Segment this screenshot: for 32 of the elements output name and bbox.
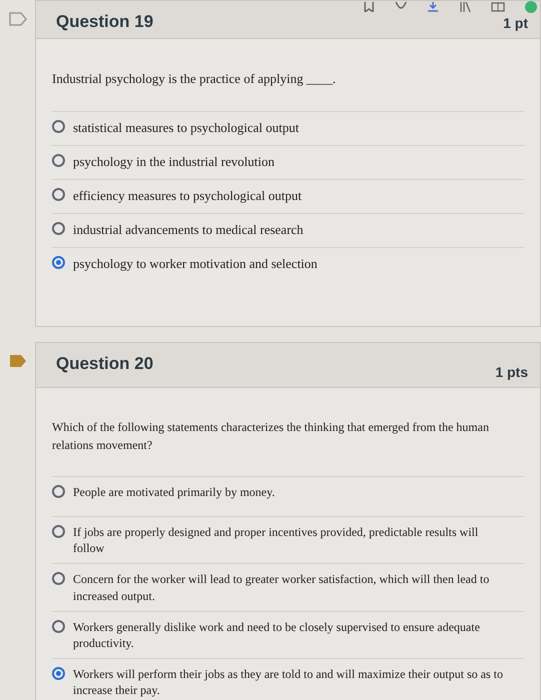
answer-label: industrial advancements to medical research <box>73 220 304 238</box>
answer-label: People are motivated primarily by money. <box>73 484 275 500</box>
radio-button[interactable] <box>52 620 65 633</box>
radio-button[interactable] <box>52 256 65 268</box>
radio-button[interactable] <box>52 525 65 538</box>
radio-button[interactable] <box>52 154 65 166</box>
answer-label: statistical measures to psychological output <box>73 118 300 136</box>
radio-button[interactable] <box>52 485 65 498</box>
download-icon[interactable] <box>427 2 439 12</box>
answer-label: Concern for the worker will lead to greater worker satisfaction, which will then lead to increased output. <box>73 571 490 604</box>
answer-label: efficiency measures to psychological output <box>73 186 302 204</box>
radio-button[interactable] <box>52 120 65 132</box>
question-text: Industrial psychology is the practice of applying ____. <box>52 70 337 88</box>
sidebar-icon[interactable] <box>491 2 505 12</box>
flag-icon[interactable] <box>8 354 26 368</box>
library-icon[interactable] <box>459 2 471 12</box>
radio-button[interactable] <box>52 188 65 200</box>
question-title: Question 20 <box>56 353 154 375</box>
answer-label: Workers will perform their jobs as they are told to and will maximize their output so as to increase their pay. <box>73 666 504 698</box>
question-text: Which of the following statements characterizes the thinking that emerged from the human relations movement? <box>52 419 490 454</box>
radio-button[interactable] <box>52 667 65 680</box>
answer-label: If jobs are properly designed and proper incentives provided, predictable results will follow <box>73 524 480 556</box>
answer-label: Workers generally dislike work and need to be closely supervised to ensure adequate productivity. <box>73 618 481 652</box>
radio-button[interactable] <box>52 572 65 586</box>
points-label: 1 pt <box>503 14 528 33</box>
answer-label: psychology to worker motivation and selection <box>73 254 318 272</box>
radio-button[interactable] <box>52 222 65 234</box>
bookmark-icon[interactable] <box>363 2 375 12</box>
question-title: Question 19 <box>56 11 154 33</box>
answer-label: psychology in the industrial revolution <box>73 152 274 170</box>
points-label: 1 pts <box>495 363 528 382</box>
flag-icon[interactable] <box>8 12 26 26</box>
